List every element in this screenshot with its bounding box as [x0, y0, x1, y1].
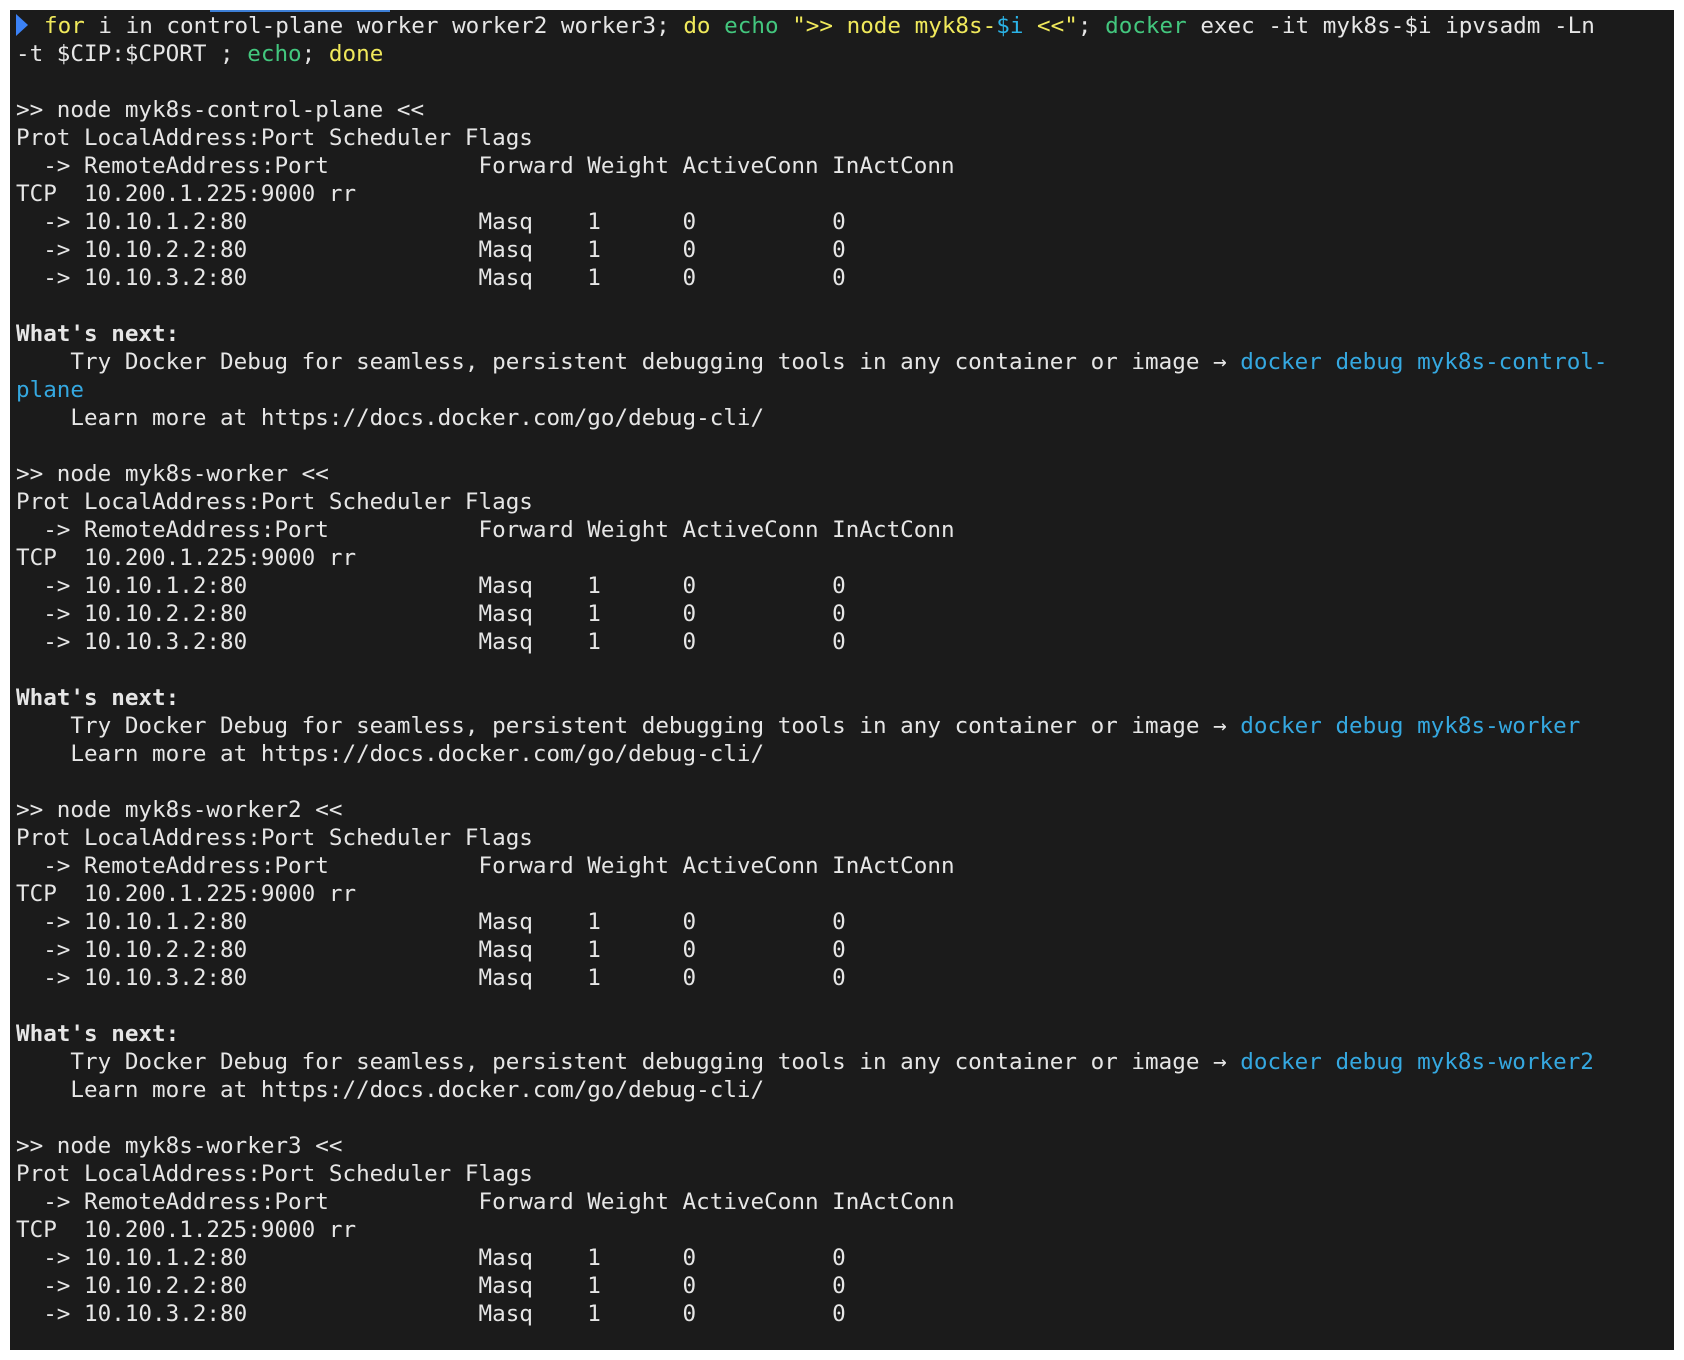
docker-debug-command[interactable]: docker debug myk8s-worker2 — [1240, 1049, 1594, 1075]
command-line-1: for i in control-plane worker worker2 wo… — [16, 12, 1674, 40]
column-header: -> RemoteAddress:Port Forward Weight Act… — [16, 517, 955, 543]
backend-row: -> 10.10.1.2:80 Masq 1 0 0 — [16, 909, 846, 935]
whats-next-title: What's next: — [16, 1021, 180, 1047]
node-output-block: >> node myk8s-worker3 << Prot LocalAddre… — [16, 1132, 1674, 1328]
column-header: Prot LocalAddress:Port Scheduler Flags — [16, 489, 533, 515]
backend-row: -> 10.10.3.2:80 Masq 1 0 0 — [16, 1301, 846, 1327]
service-line: TCP 10.200.1.225:9000 rr — [16, 1217, 357, 1243]
debug-tip: Try Docker Debug for seamless, persisten… — [16, 1049, 1594, 1075]
debug-tip: Try Docker Debug for seamless, persisten… — [16, 713, 1581, 739]
service-line: TCP 10.200.1.225:9000 rr — [16, 545, 357, 571]
backend-row: -> 10.10.2.2:80 Masq 1 0 0 — [16, 1273, 846, 1299]
backend-row: -> 10.10.1.2:80 Masq 1 0 0 — [16, 209, 846, 235]
learn-more-link[interactable]: Learn more at https://docs.docker.com/go… — [16, 1076, 1674, 1104]
node-header: >> node myk8s-worker2 << — [16, 797, 343, 823]
command-text: i in control-plane worker worker2 worker… — [84, 13, 684, 39]
column-header: -> RemoteAddress:Port Forward Weight Act… — [16, 1189, 955, 1215]
backend-row: -> 10.10.3.2:80 Masq 1 0 0 — [16, 265, 846, 291]
node-output-block: >> node myk8s-worker2 << Prot LocalAddre… — [16, 796, 1674, 1104]
column-header: -> RemoteAddress:Port Forward Weight Act… — [16, 853, 955, 879]
backend-row: -> 10.10.2.2:80 Masq 1 0 0 — [16, 937, 846, 963]
backend-row: -> 10.10.3.2:80 Masq 1 0 0 — [16, 965, 846, 991]
service-line: TCP 10.200.1.225:9000 rr — [16, 881, 357, 907]
docker-debug-command-wrap[interactable]: plane — [16, 376, 1674, 404]
command-args: exec -it myk8s-$i ipvsadm -Ln — [1186, 13, 1595, 39]
selection-highlight — [210, 10, 390, 12]
backend-row: -> 10.10.1.2:80 Masq 1 0 0 — [16, 573, 846, 599]
backend-row: -> 10.10.2.2:80 Masq 1 0 0 — [16, 237, 846, 263]
column-header: Prot LocalAddress:Port Scheduler Flags — [16, 1161, 533, 1187]
column-header: Prot LocalAddress:Port Scheduler Flags — [16, 825, 533, 851]
whats-next-title: What's next: — [16, 321, 180, 347]
docker-debug-command[interactable]: docker debug myk8s-control- — [1240, 349, 1607, 375]
string-literal-end: <<" — [1023, 13, 1078, 39]
keyword-do: do — [683, 13, 711, 39]
column-header: Prot LocalAddress:Port Scheduler Flags — [16, 125, 533, 151]
prompt-arrow-icon — [16, 14, 28, 36]
string-literal: ">> node myk8s- — [792, 13, 997, 39]
backend-row: -> 10.10.3.2:80 Masq 1 0 0 — [16, 629, 846, 655]
node-output-block: >> node myk8s-control-plane << Prot Loca… — [16, 96, 1674, 432]
whats-next-title: What's next: — [16, 685, 180, 711]
builtin-echo: echo — [724, 13, 779, 39]
node-header: >> node myk8s-worker3 << — [16, 1133, 343, 1159]
debug-tip: Try Docker Debug for seamless, persisten… — [16, 349, 1608, 375]
column-header: -> RemoteAddress:Port Forward Weight Act… — [16, 153, 955, 179]
learn-more-link[interactable]: Learn more at https://docs.docker.com/go… — [16, 740, 1674, 768]
backend-row: -> 10.10.1.2:80 Masq 1 0 0 — [16, 1245, 846, 1271]
service-line: TCP 10.200.1.225:9000 rr — [16, 181, 357, 207]
command-docker: docker — [1105, 13, 1187, 39]
terminal-window[interactable]: for i in control-plane worker worker2 wo… — [10, 10, 1674, 1350]
keyword-for: for — [44, 13, 85, 39]
variable-i: $i — [996, 13, 1024, 39]
learn-more-link[interactable]: Learn more at https://docs.docker.com/go… — [16, 404, 1674, 432]
builtin-echo: echo — [247, 41, 302, 67]
backend-row: -> 10.10.2.2:80 Masq 1 0 0 — [16, 601, 846, 627]
keyword-done: done — [328, 41, 384, 67]
command-line-2: -t $CIP:$CPORT ; echo; done — [16, 41, 384, 67]
node-output-block: >> node myk8s-worker << Prot LocalAddres… — [16, 460, 1674, 768]
docker-debug-command[interactable]: docker debug myk8s-worker — [1240, 713, 1580, 739]
node-header: >> node myk8s-worker << — [16, 461, 329, 487]
node-header: >> node myk8s-control-plane << — [16, 97, 425, 123]
